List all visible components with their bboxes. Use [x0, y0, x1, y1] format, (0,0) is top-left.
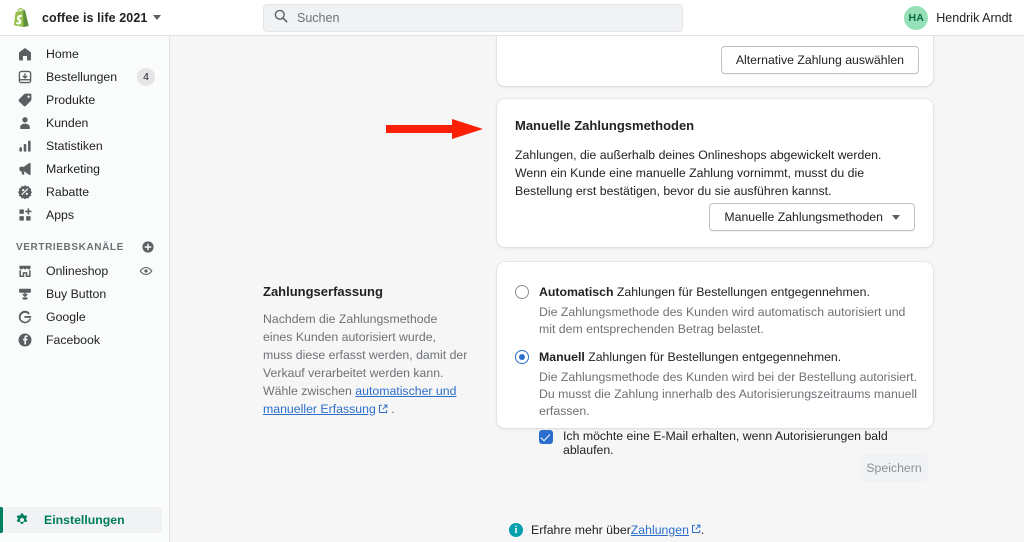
buy-button-icon — [16, 285, 34, 303]
sidebar-item-produkte[interactable]: Produkte — [8, 88, 161, 111]
option-description: Die Zahlungsmethode des Kunden wird bei … — [539, 370, 918, 418]
eye-icon[interactable] — [139, 264, 153, 278]
home-icon — [16, 45, 34, 63]
dropdown-label: Manuelle Zahlungsmethoden — [724, 210, 883, 224]
shop-name: coffee is life 2021 — [42, 10, 148, 25]
search-icon — [274, 9, 288, 28]
analytics-bars-icon — [16, 137, 34, 155]
capture-option-automatic: Automatisch Zahlungen für Bestellungen e… — [515, 284, 919, 338]
search-input[interactable]: Suchen — [263, 4, 683, 32]
sidebar-item-onlineshop[interactable]: Onlineshop — [8, 259, 161, 282]
sidebar-item-home[interactable]: Home — [8, 42, 161, 65]
manual-payment-methods-dropdown[interactable]: Manuelle Zahlungsmethoden — [709, 203, 915, 231]
sidebar-item-facebook[interactable]: Facebook — [8, 328, 161, 351]
checkbox-authorization-email[interactable] — [539, 430, 553, 444]
avatar: HA — [904, 6, 929, 30]
card-body-text: Zahlungen, die außerhalb deines Onlinesh… — [515, 148, 882, 198]
app-root: coffee is life 2021 Suchen HA Hendrik Ar… — [0, 0, 1024, 542]
storefront-icon — [16, 262, 34, 280]
orders-count-badge: 4 — [137, 67, 155, 86]
section-description: Nachdem die Zahlungsmethode eines Kunden… — [263, 310, 468, 419]
user-menu[interactable]: HA Hendrik Arndt — [904, 6, 1012, 30]
sidebar-item-label: Onlineshop — [46, 263, 109, 278]
footnote-suffix: . — [700, 523, 705, 537]
chevron-down-icon — [892, 214, 900, 220]
shop-switcher[interactable]: coffee is life 2021 — [0, 8, 162, 28]
user-name: Hendrik Arndt — [936, 11, 1012, 25]
sidebar-item-label: Produkte — [46, 92, 96, 107]
google-g-icon — [16, 308, 34, 326]
section-heading: Zahlungserfassung — [263, 284, 383, 299]
circle-plus-icon[interactable] — [141, 240, 155, 254]
sidebar-item-label: Statistiken — [46, 138, 103, 153]
capture-option-manual: Manuell Zahlungen für Bestellungen entge… — [515, 349, 919, 457]
sidebar: Home Bestellungen 4 Produkte Kunden Stat… — [0, 36, 170, 542]
authorization-email-checkbox-row[interactable]: Ich möchte eine E-Mail erhalten, wenn Au… — [539, 429, 919, 457]
shopify-bag-icon — [12, 8, 30, 28]
sales-channels-header: VERTRIEBSKANÄLE — [16, 240, 155, 254]
radio-automatic[interactable] — [515, 285, 529, 299]
sidebar-item-label: Buy Button — [46, 286, 107, 301]
footnote-text: Erfahre mehr über — [531, 523, 631, 537]
settings-nav: Einstellungen — [0, 507, 170, 533]
info-circle-icon: i — [509, 523, 523, 537]
sidebar-item-marketing[interactable]: Marketing — [8, 157, 161, 180]
top-bar: coffee is life 2021 Suchen HA Hendrik Ar… — [0, 0, 1024, 36]
sales-channels-title: VERTRIEBSKANÄLE — [16, 241, 124, 253]
option-label: Manuell Zahlungen für Bestellungen entge… — [539, 349, 841, 365]
option-label-rest: Zahlungen für Bestellungen entgegennehme… — [584, 350, 842, 364]
option-description: Die Zahlungsmethode des Kunden wird auto… — [539, 305, 906, 336]
payments-docs-link[interactable]: Zahlungen — [631, 523, 689, 537]
sidebar-item-label: Google — [46, 309, 86, 324]
megaphone-icon — [16, 160, 34, 178]
sidebar-item-einstellungen[interactable]: Einstellungen — [0, 507, 162, 533]
section-description-suffix: . — [387, 402, 395, 416]
primary-nav: Home Bestellungen 4 Produkte Kunden Stat… — [0, 36, 169, 226]
sidebar-item-label: Facebook — [46, 332, 101, 347]
customer-person-icon — [16, 114, 34, 132]
option-label-bold: Manuell — [539, 350, 585, 364]
gear-icon — [14, 512, 32, 528]
discount-percent-icon — [16, 183, 34, 201]
sidebar-item-apps[interactable]: Apps — [8, 203, 161, 226]
sidebar-item-label: Einstellungen — [44, 513, 125, 527]
sidebar-item-google[interactable]: Google — [8, 305, 161, 328]
sidebar-item-label: Marketing — [46, 161, 100, 176]
sidebar-item-buy-button[interactable]: Buy Button — [8, 282, 161, 305]
sidebar-item-label: Home — [46, 46, 79, 61]
main-content: Alternative Zahlung auswählen Manuelle Z… — [171, 36, 1024, 542]
option-label-bold: Automatisch — [539, 285, 614, 299]
sidebar-item-rabatte[interactable]: Rabatte — [8, 180, 161, 203]
sidebar-item-label: Apps — [46, 207, 75, 222]
facebook-f-icon — [16, 331, 34, 349]
payment-capture-card: Automatisch Zahlungen für Bestellungen e… — [497, 262, 933, 457]
select-alternative-payment-button[interactable]: Alternative Zahlung auswählen — [720, 46, 919, 74]
product-tag-icon — [16, 91, 34, 109]
save-button[interactable]: Speichern — [860, 454, 928, 482]
alternative-payment-card: Alternative Zahlung auswählen — [497, 36, 933, 86]
learn-more-footnote: i Erfahre mehr über Zahlungen . — [509, 523, 704, 537]
sidebar-item-label: Rabatte — [46, 184, 90, 199]
sidebar-item-label: Kunden — [46, 115, 89, 130]
orders-inbox-icon — [16, 68, 34, 86]
sales-channels-nav: Onlineshop Buy Button Google Facebook — [0, 259, 169, 351]
external-link-icon — [378, 401, 388, 419]
search-placeholder: Suchen — [297, 11, 340, 25]
checkbox-label: Ich möchte eine E-Mail erhalten, wenn Au… — [563, 429, 888, 457]
sidebar-item-statistiken[interactable]: Statistiken — [8, 134, 161, 157]
sidebar-item-bestellungen[interactable]: Bestellungen 4 — [8, 65, 161, 88]
option-label-rest: Zahlungen für Bestellungen entgegennehme… — [613, 285, 870, 299]
external-link-icon — [691, 523, 701, 537]
card-title: Manuelle Zahlungsmethoden — [515, 118, 695, 133]
manual-payment-methods-card: Manuelle Zahlungsmethoden Zahlungen, die… — [497, 99, 933, 247]
option-label: Automatisch Zahlungen für Bestellungen e… — [539, 284, 870, 300]
payment-capture-intro: Zahlungserfassung Nachdem die Zahlungsme… — [263, 284, 468, 419]
sidebar-item-kunden[interactable]: Kunden — [8, 111, 161, 134]
chevron-down-icon — [153, 15, 162, 20]
sidebar-item-label: Bestellungen — [46, 69, 118, 84]
apps-grid-plus-icon — [16, 206, 34, 224]
radio-manual[interactable] — [515, 350, 529, 364]
